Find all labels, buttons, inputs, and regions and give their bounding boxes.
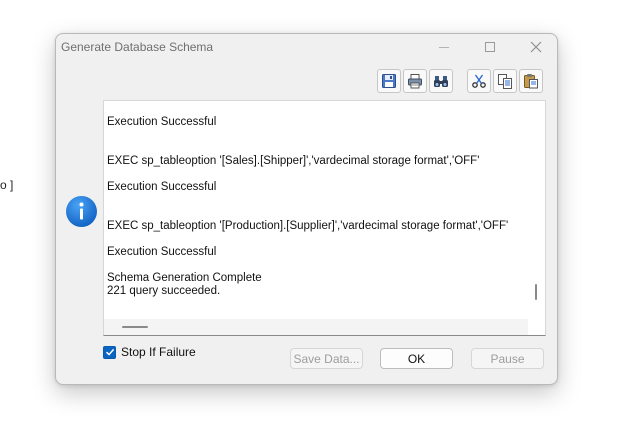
binoculars-icon: [434, 76, 448, 87]
ok-button[interactable]: OK: [380, 348, 453, 369]
print-button[interactable]: [403, 69, 427, 93]
cut-button[interactable]: [467, 69, 491, 93]
minimize-icon: [439, 46, 449, 48]
log-line: Execution Successful: [107, 181, 217, 193]
copy-icon: [498, 74, 512, 89]
log-text-area: Execution Successful EXEC sp_tableoption…: [107, 101, 527, 319]
background-text-fragment: o ]: [0, 178, 14, 192]
paste-button[interactable]: [519, 69, 543, 93]
save-button[interactable]: [377, 69, 401, 93]
title-bar[interactable]: Generate Database Schema: [56, 34, 557, 60]
print-icon: [408, 74, 422, 89]
find-button[interactable]: [429, 69, 453, 93]
info-icon: [66, 196, 97, 227]
scissors-icon: [472, 74, 486, 88]
copy-button[interactable]: [493, 69, 517, 93]
minimize-button[interactable]: [421, 34, 467, 60]
save-icon: [382, 74, 396, 88]
stop-if-failure-label: Stop If Failure: [121, 345, 196, 359]
close-icon: [530, 41, 542, 53]
maximize-button[interactable]: [467, 34, 513, 60]
log-line: 221 query succeeded.: [107, 285, 221, 297]
horizontal-scrollbar-thumb[interactable]: [122, 326, 148, 328]
paste-icon: [524, 74, 538, 89]
generate-schema-dialog: Generate Database Schema Execution Succe…: [55, 33, 558, 385]
log-line: EXEC sp_tableoption '[Production].[Suppl…: [107, 220, 509, 232]
maximize-icon: [485, 42, 495, 52]
log-line: Execution Successful: [107, 116, 217, 128]
dialog-title: Generate Database Schema: [61, 40, 214, 54]
log-line: Schema Generation Complete: [107, 272, 262, 284]
pause-button[interactable]: Pause: [471, 348, 544, 369]
log-line: Execution Successful: [107, 246, 217, 258]
horizontal-scrollbar-track[interactable]: [104, 319, 528, 335]
checkbox-box[interactable]: [103, 345, 116, 359]
log-line: EXEC sp_tableoption '[Sales].[Shipper]',…: [107, 155, 480, 167]
log-output-panel[interactable]: Execution Successful EXEC sp_tableoption…: [103, 100, 546, 336]
close-button[interactable]: [513, 34, 557, 60]
vertical-scrollbar[interactable]: [535, 284, 537, 300]
stop-if-failure-checkbox[interactable]: Stop If Failure: [103, 344, 196, 360]
checkmark-icon: [105, 348, 114, 356]
save-data-button[interactable]: Save Data...: [290, 348, 363, 369]
